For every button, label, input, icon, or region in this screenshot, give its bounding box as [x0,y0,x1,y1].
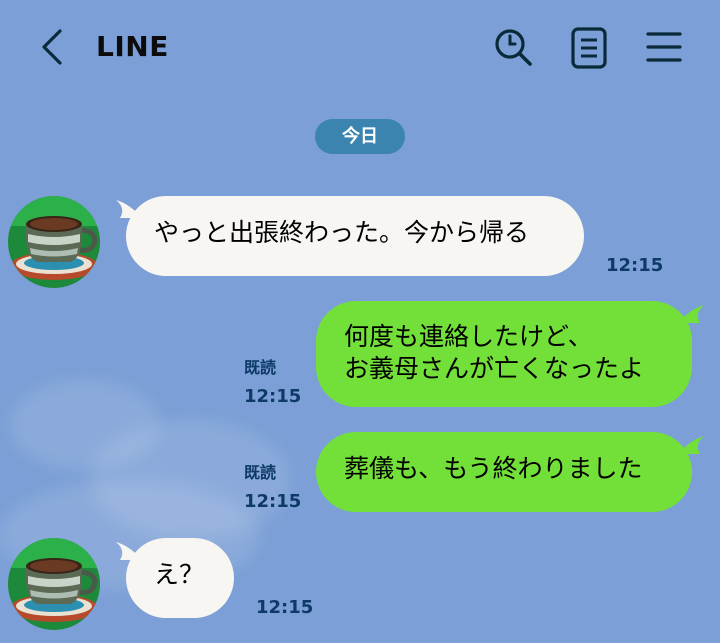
coffee-cup-avatar-icon [8,538,100,630]
bubble-tail [678,436,704,454]
message-time: 12:15 [606,255,664,276]
chat-title: LINE [96,30,169,63]
message-text-line: 何度も連絡したけど、 [344,322,593,351]
message-time: 12:15 [244,491,302,512]
message-time: 12:15 [244,386,302,407]
note-icon[interactable] [570,26,608,70]
chevron-left-icon[interactable] [38,28,68,66]
message-meta: 既読 12:15 [244,356,301,409]
bubble-tail [678,305,704,323]
message-bubble-sent[interactable]: 葬儀も、もう終わりました [316,432,692,512]
message-bubble-sent[interactable]: 何度も連絡したけど、 お義母さんが亡くなったよ [316,301,692,407]
date-separator: 今日 [315,119,405,154]
avatar[interactable] [8,538,100,630]
message-text: やっと出張終わった。今から帰る [154,218,530,247]
message-bubble-received[interactable]: やっと出張終わった。今から帰る [126,196,584,276]
message-meta: 既読 12:15 [244,461,301,514]
message-text: え？ [154,560,205,589]
read-receipt: 既読 [244,358,277,377]
message-text: 葬儀も、もう終わりました [344,454,643,483]
avatar[interactable] [8,196,100,288]
message-time: 12:15 [256,597,314,618]
read-receipt: 既読 [244,463,277,482]
message-bubble-received[interactable]: え？ [126,538,234,618]
chat-header: LINE [0,0,720,96]
search-icon[interactable] [492,26,534,68]
menu-icon[interactable] [646,30,682,64]
coffee-cup-avatar-icon [8,196,100,288]
message-text-line: お義母さんが亡くなったよ [344,354,645,383]
